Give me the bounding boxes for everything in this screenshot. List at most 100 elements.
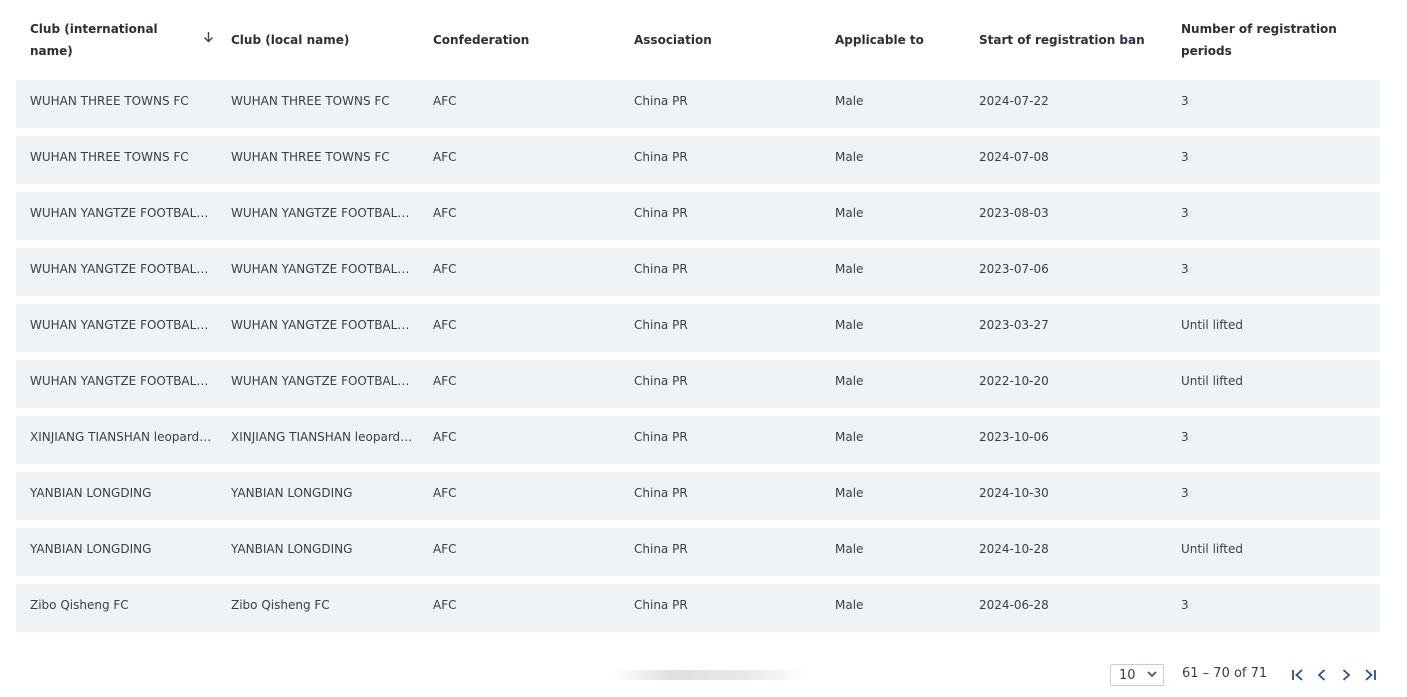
cell-start-of-ban: 2023-03-27 [979, 318, 1049, 332]
cell-confederation: AFC [433, 430, 457, 444]
cell-start-of-ban: 2024-10-28 [979, 542, 1049, 556]
table-row[interactable]: WUHAN THREE TOWNS FC WUHAN THREE TOWNS FC… [16, 136, 1380, 184]
table-row[interactable]: Zibo Qisheng FC Zibo Qisheng FC AFC China P… [16, 584, 1380, 632]
cell-club-local: YANBIAN LONGDING [231, 542, 353, 556]
cell-applicable-to: Male [835, 262, 864, 276]
previous-page-icon[interactable] [1313, 664, 1331, 686]
table-row[interactable]: YANBIAN LONGDING YANBIAN LONGDING AFC China… [16, 528, 1380, 576]
table-row[interactable]: WUHAN YANGTZE FOOTBALL ... WUHAN YANGTZE … [16, 304, 1380, 352]
column-header-association[interactable]: Association [634, 0, 814, 80]
cell-club-international: WUHAN YANGTZE FOOTBALL ... [30, 206, 214, 220]
cell-applicable-to: Male [835, 318, 864, 332]
cell-association: China PR [634, 486, 688, 500]
column-header-label: Applicable to [835, 33, 924, 47]
column-header-label: Confederation [433, 33, 530, 47]
cell-confederation: AFC [433, 542, 457, 556]
column-header-club-local[interactable]: Club (local name) [231, 0, 415, 80]
cell-association: China PR [634, 374, 688, 388]
table-row[interactable]: XINJIANG TIANSHAN leopard f... XINJIANG T… [16, 416, 1380, 464]
page-size-select[interactable]: 10 [1110, 664, 1164, 686]
cell-club-international: Zibo Qisheng FC [30, 598, 129, 612]
cell-confederation: AFC [433, 94, 457, 108]
cell-association: China PR [634, 430, 688, 444]
cell-association: China PR [634, 262, 688, 276]
column-header-applicable-to[interactable]: Applicable to [835, 0, 965, 80]
cell-confederation: AFC [433, 374, 457, 388]
cell-confederation: AFC [433, 262, 457, 276]
cell-applicable-to: Male [835, 598, 864, 612]
cell-start-of-ban: 2024-10-30 [979, 486, 1049, 500]
cell-start-of-ban: 2023-10-06 [979, 430, 1049, 444]
cell-club-international: WUHAN YANGTZE FOOTBALL ... [30, 262, 214, 276]
cell-club-local: WUHAN THREE TOWNS FC [231, 150, 390, 164]
table-header: Club (international name) Club (local na… [16, 0, 1380, 80]
cell-applicable-to: Male [835, 374, 864, 388]
cell-registration-periods: 3 [1181, 598, 1189, 612]
cell-association: China PR [634, 318, 688, 332]
cell-registration-periods: Until lifted [1181, 318, 1243, 332]
cell-club-international: WUHAN YANGTZE FOOTBALL ... [30, 374, 214, 388]
cell-club-local: WUHAN YANGTZE FOOTBALL ... [231, 206, 415, 220]
cell-registration-periods: 3 [1181, 94, 1189, 108]
cell-confederation: AFC [433, 486, 457, 500]
table-body: WUHAN THREE TOWNS FC WUHAN THREE TOWNS FC… [16, 80, 1380, 632]
cell-club-local: WUHAN YANGTZE FOOTBALL ... [231, 262, 415, 276]
column-header-club-international[interactable]: Club (international name) [30, 0, 214, 80]
table-row[interactable]: WUHAN YANGTZE FOOTBALL ... WUHAN YANGTZE … [16, 192, 1380, 240]
table-row[interactable]: WUHAN YANGTZE FOOTBALL ... WUHAN YANGTZE … [16, 248, 1380, 296]
cell-confederation: AFC [433, 150, 457, 164]
pagination-bar: 10 61 – 70 of 71 [0, 664, 1407, 688]
page-range-text: 61 – 70 of 71 [1182, 666, 1268, 681]
column-header-label: Number of registration periods [1181, 22, 1337, 58]
table-row[interactable]: WUHAN THREE TOWNS FC WUHAN THREE TOWNS FC… [16, 80, 1380, 128]
cell-start-of-ban: 2022-10-20 [979, 374, 1049, 388]
first-page-icon[interactable] [1289, 664, 1307, 686]
cell-club-local: WUHAN YANGTZE FOOTBALL ... [231, 318, 415, 332]
cell-association: China PR [634, 598, 688, 612]
cell-start-of-ban: 2023-08-03 [979, 206, 1049, 220]
cell-start-of-ban: 2024-07-22 [979, 94, 1049, 108]
cell-club-local: WUHAN THREE TOWNS FC [231, 94, 390, 108]
cell-club-local: Zibo Qisheng FC [231, 598, 330, 612]
column-header-label: Club (international name) [30, 22, 158, 58]
cell-club-international: WUHAN THREE TOWNS FC [30, 150, 189, 164]
column-header-label: Club (local name) [231, 33, 350, 47]
page-size-value: 10 [1119, 667, 1136, 683]
cell-registration-periods: 3 [1181, 206, 1189, 220]
cell-club-international: YANBIAN LONGDING [30, 542, 152, 556]
cell-start-of-ban: 2023-07-06 [979, 262, 1049, 276]
cell-association: China PR [634, 206, 688, 220]
cell-association: China PR [634, 150, 688, 164]
cell-club-local: XINJIANG TIANSHAN leopard f... [231, 430, 415, 444]
cell-registration-periods: Until lifted [1181, 374, 1243, 388]
column-header-start-of-ban[interactable]: Start of registration ban [979, 0, 1169, 80]
cell-applicable-to: Male [835, 486, 864, 500]
arrow-down-icon[interactable] [203, 29, 214, 51]
cell-applicable-to: Male [835, 94, 864, 108]
cell-registration-periods: 3 [1181, 150, 1189, 164]
cell-confederation: AFC [433, 206, 457, 220]
cell-registration-periods: 3 [1181, 262, 1189, 276]
column-header-label: Start of registration ban [979, 33, 1145, 47]
cell-registration-periods: 3 [1181, 430, 1189, 444]
cell-applicable-to: Male [835, 150, 864, 164]
next-page-icon[interactable] [1337, 664, 1355, 686]
cell-applicable-to: Male [835, 430, 864, 444]
cell-club-international: WUHAN YANGTZE FOOTBALL ... [30, 318, 214, 332]
column-header-confederation[interactable]: Confederation [433, 0, 613, 80]
cell-confederation: AFC [433, 318, 457, 332]
table-row[interactable]: YANBIAN LONGDING YANBIAN LONGDING AFC China… [16, 472, 1380, 520]
cell-applicable-to: Male [835, 206, 864, 220]
chevron-down-icon [1147, 670, 1157, 681]
table-row[interactable]: WUHAN YANGTZE FOOTBALL ... WUHAN YANGTZE … [16, 360, 1380, 408]
cell-association: China PR [634, 94, 688, 108]
last-page-icon[interactable] [1361, 664, 1379, 686]
column-header-registration-periods[interactable]: Number of registration periods [1181, 0, 1341, 80]
cell-start-of-ban: 2024-07-08 [979, 150, 1049, 164]
cell-club-local: WUHAN YANGTZE FOOTBALL ... [231, 374, 415, 388]
cell-club-international: XINJIANG TIANSHAN leopard f... [30, 430, 214, 444]
cell-association: China PR [634, 542, 688, 556]
cell-start-of-ban: 2024-06-28 [979, 598, 1049, 612]
column-header-label: Association [634, 33, 712, 47]
registration-ban-table: Club (international name) Club (local na… [16, 0, 1380, 640]
